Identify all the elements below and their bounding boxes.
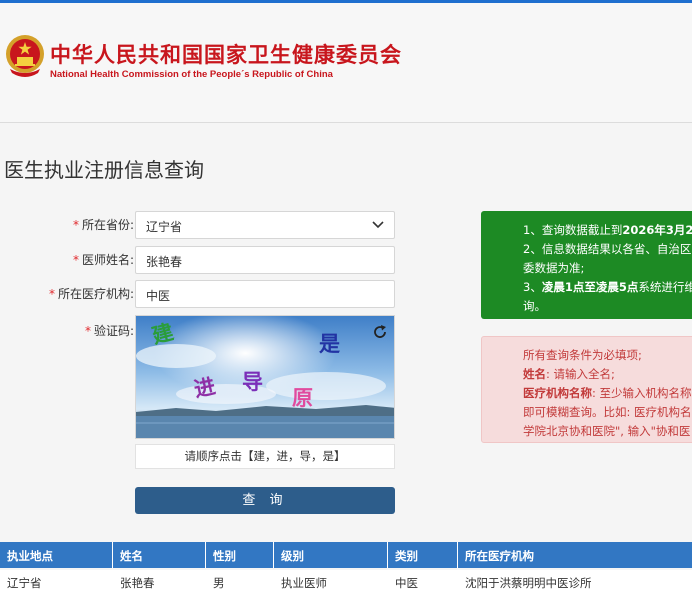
table-cell-category: 中医	[395, 576, 418, 590]
table-cell-gender: 男	[213, 576, 225, 590]
column-header[interactable]: 类别	[388, 542, 458, 568]
notice-info-box: 1、查询数据截止到2026年3月2 2、信息数据结果以各省、自治区 委数据为准;…	[481, 211, 692, 319]
table-cell-location: 辽宁省	[7, 576, 42, 590]
institution-input[interactable]: 中医	[135, 280, 395, 308]
institution-label: * 所在医疗机构:	[48, 287, 134, 301]
site-title-cn: 中华人民共和国国家卫生健康委员会	[50, 43, 402, 67]
notice-line: 姓名: 请输入全名;	[523, 367, 615, 381]
captcha-char[interactable]: 导	[242, 366, 263, 396]
province-label: * 所在省份:	[72, 218, 134, 232]
column-header[interactable]: 执业地点	[0, 542, 113, 568]
doctor-name-label: * 医师姓名:	[72, 253, 134, 267]
doctor-name-input[interactable]: 张艳春	[135, 246, 395, 274]
notice-line: 所有查询条件为必填项;	[523, 348, 642, 362]
province-row: * 所在省份: 辽宁省	[0, 211, 400, 239]
notice-line: 即可模糊查询。比如: 医疗机构名	[523, 405, 692, 419]
notice-line: 学院北京协和医院", 输入"协和医	[523, 424, 691, 438]
column-header[interactable]: 姓名	[113, 542, 206, 568]
column-header[interactable]: 性别	[206, 542, 274, 568]
chevron-down-icon	[372, 221, 384, 229]
table-row[interactable]: 辽宁省 张艳春 男 执业医师 中医 沈阳于洪蔡明明中医诊所	[0, 570, 692, 590]
page-title: 医生执业注册信息查询	[4, 158, 204, 182]
column-header[interactable]: 级别	[274, 542, 388, 568]
table-cell-institution: 沈阳于洪蔡明明中医诊所	[465, 576, 592, 590]
captcha-hint: 请顺序点击【建，进，导，是】	[135, 444, 395, 469]
table-cell-name: 张艳春	[120, 576, 155, 590]
query-button[interactable]: 查 询	[135, 487, 395, 514]
results-table-header: 执业地点 姓名 性别 级别 类别 所在医疗机构	[0, 542, 692, 568]
site-header: 中华人民共和国国家卫生健康委员会 National Health Commiss…	[0, 3, 692, 123]
captcha-label: * 验证码:	[84, 324, 134, 338]
captcha-image[interactable]: 建 是 进 导 原	[135, 315, 395, 439]
notice-line: 医疗机构名称: 至少输入机构名称	[523, 386, 692, 400]
refresh-icon[interactable]	[372, 324, 388, 340]
notice-line: 委数据为准;	[523, 261, 585, 275]
national-emblem-icon	[6, 35, 44, 77]
institution-row: * 所在医疗机构: 中医	[0, 280, 400, 308]
table-cell-level: 执业医师	[281, 576, 327, 590]
captcha-background	[136, 316, 394, 438]
column-header[interactable]: 所在医疗机构	[458, 542, 692, 568]
site-title-en: National Health Commission of the People…	[50, 69, 333, 80]
captcha-char[interactable]: 是	[319, 328, 340, 358]
notice-line: 2、信息数据结果以各省、自治区	[523, 242, 692, 256]
province-select[interactable]: 辽宁省	[135, 211, 395, 239]
captcha-char[interactable]: 原	[292, 382, 313, 412]
notice-line: 1、查询数据截止到2026年3月2	[523, 223, 692, 237]
notice-line: 3、凌晨1点至凌晨5点系统进行维	[523, 280, 692, 294]
notice-line: 询。	[523, 299, 546, 313]
notice-warning-box: 所有查询条件为必填项; 姓名: 请输入全名; 医疗机构名称: 至少输入机构名称 …	[481, 336, 692, 443]
doctor-name-row: * 医师姓名: 张艳春	[0, 246, 400, 274]
